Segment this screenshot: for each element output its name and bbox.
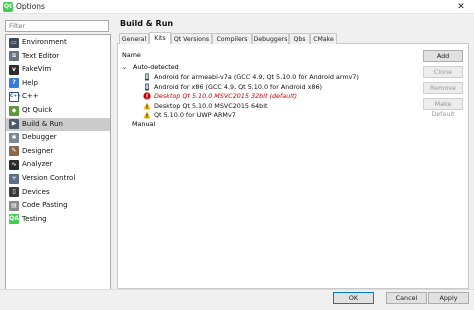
sidebar-item-label: Build & Run [22,119,63,128]
kit-label: Android for x86 (GCC 4.9, Qt 5.10.0 for … [154,82,323,91]
sidebar-item-label: Designer [22,146,54,155]
kits-tree: Name ⌄ Auto-detected Android for armeabi… [122,51,359,129]
help-icon: ? [9,78,19,89]
sidebar-item-qt-quick[interactable]: ◆ Qt Quick [6,104,110,117]
sidebar-item-label: Devices [22,187,50,196]
tab-qbs[interactable]: Qbs [289,33,310,44]
qt-icon: Qt [3,2,13,12]
warning-icon [143,111,151,119]
tab-qt-versions[interactable]: Qt Versions [171,33,212,44]
chevron-down-icon: ⌄ [122,64,128,71]
debugger-icon: ✱ [9,132,19,143]
tab-general[interactable]: General [119,33,149,44]
sidebar-item-label: C++ [22,92,39,101]
clone-button[interactable]: Clone [423,66,463,78]
ok-button[interactable]: OK [333,292,374,304]
window-title: Options [16,2,45,11]
sidebar-item-label: Text Editor [22,51,60,60]
android-device-icon [143,73,151,81]
sidebar-item-label: FakeVim [22,65,52,74]
kit-label: Desktop Qt 5.10.0 MSVC2015 32bit (defaul… [154,92,297,100]
page-title: Build & Run [120,19,174,28]
sidebar-item-designer[interactable]: ✎ Designer [6,145,110,158]
sidebar-item-environment[interactable]: ▭ Environment [6,36,110,49]
analyzer-icon: ∿ [9,159,19,170]
sidebar-item-fakevim[interactable]: v FakeVim [6,63,110,76]
divider [0,289,474,290]
sidebar-item-label: Code Pasting [22,201,68,210]
kit-label: Android for armeabi-v7a (GCC 4.9, Qt 5.1… [154,73,359,81]
sidebar-item-devices[interactable]: ▯ Devices [6,186,110,199]
make-default-button[interactable]: Make Default [423,98,463,118]
tab-cmake[interactable]: CMake [310,33,337,44]
sidebar-item-help[interactable]: ? Help [6,77,110,90]
text-editor-icon: ≡ [9,51,19,62]
sidebar-item-label: Qt Quick [22,106,53,114]
apply-button[interactable]: Apply [428,292,469,304]
sidebar-item-c[interactable]: C++ C++ [6,90,110,103]
version-control-icon: ⑂ [9,173,19,184]
cancel-button[interactable]: Cancel [386,292,427,304]
designer-icon: ✎ [9,146,19,157]
devices-icon: ▯ [9,187,19,198]
sidebar-item-testing[interactable]: QA Testing [6,213,110,226]
sidebar-item-label: Analyzer [22,160,53,169]
sidebar-item-label: Testing [22,214,47,223]
tab-bar: General Kits Qt Versions Compilers Debuggers… [117,32,469,44]
kit-label: Qt 5.10.0 for UWP ARMv7 [154,111,236,119]
tab-debuggers[interactable]: Debuggers [252,33,289,44]
cpp-icon: C++ [9,91,21,102]
remove-button[interactable]: Remove [423,82,463,94]
category-list: ▭ Environment ≡ Text Editor v FakeVim? Help C++… [5,34,111,290]
error-icon [143,92,151,100]
tab-compilers[interactable]: Compilers [212,33,252,44]
monitor-icon: ▭ [9,37,19,48]
column-header-name: Name [122,51,141,59]
fakevim-icon: v [9,64,19,75]
android-device-icon [143,83,151,91]
sidebar-item-code-pasting[interactable]: ▤ Code Pasting [6,199,110,212]
kit-label: Desktop Qt 5.10.0 MSVC2015 64bit [154,101,268,110]
title-bar [0,0,474,14]
sidebar-item-label: Version Control [22,174,76,182]
filter-input[interactable] [5,20,109,32]
close-button[interactable]: ✕ [448,0,474,14]
sidebar-item-label: Debugger [22,133,57,142]
sidebar-item-text-editor[interactable]: ≡ Text Editor [6,50,110,63]
sidebar-item-label: Environment [22,38,67,46]
qt-quick-icon: ◆ [9,105,19,116]
warning-icon [143,102,151,110]
sidebar-item-analyzer[interactable]: ∿ Analyzer [6,158,110,171]
sidebar-item-version-control[interactable]: ⑂ Version Control [6,172,110,185]
testing-icon: QA [9,214,19,225]
tree-group-manual[interactable]: Manual [132,120,155,129]
add-button[interactable]: Add [423,50,463,62]
build-run-icon: ▶ [9,119,19,130]
sidebar-item-debugger[interactable]: ✱ Debugger [6,131,110,144]
tab-kits[interactable]: Kits [149,32,171,44]
sidebar-item-label: Help [22,78,38,87]
sidebar-item-build-run[interactable]: ▶ Build & Run [6,117,110,131]
code-pasting-icon: ▤ [9,200,19,211]
